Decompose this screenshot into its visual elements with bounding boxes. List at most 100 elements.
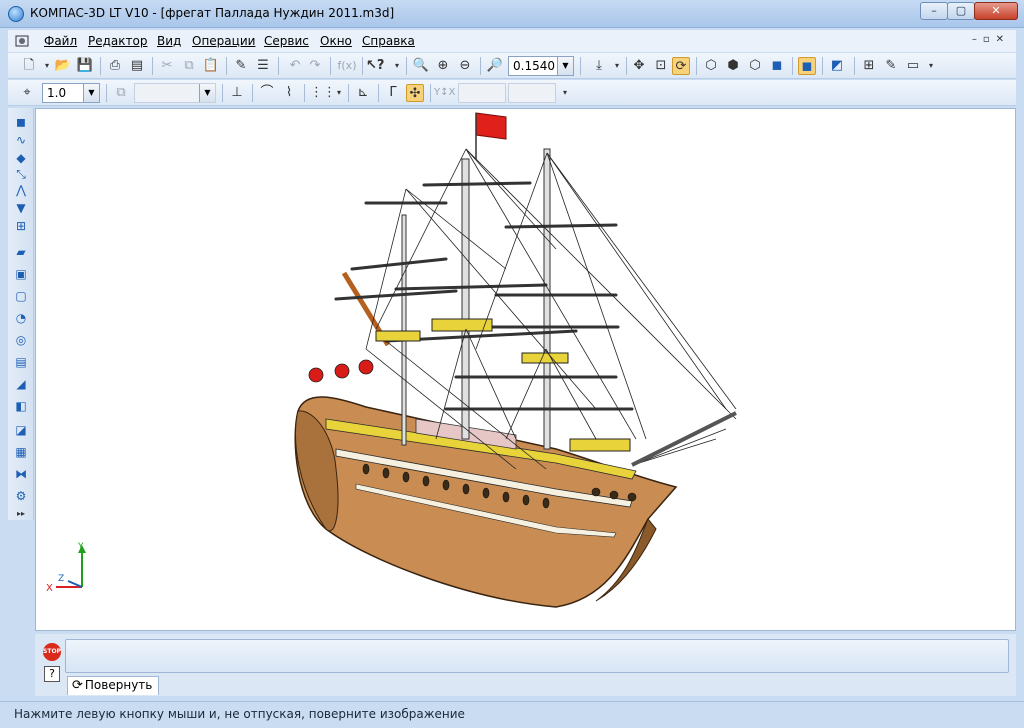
help-pointer-icon[interactable]: ↖? — [366, 57, 384, 75]
array-icon[interactable]: ▦ — [12, 444, 30, 460]
app-logo-icon[interactable] — [8, 6, 24, 22]
minimize-button[interactable]: – — [920, 2, 948, 20]
fillet-icon[interactable]: ◧ — [12, 398, 30, 414]
save-icon[interactable]: 💾 — [76, 57, 94, 75]
zoom-frame-icon[interactable]: ⊡ — [652, 57, 670, 75]
rotate-icon[interactable]: ⟳ — [672, 57, 690, 75]
local-cs-icon[interactable]: ⊥ — [228, 84, 246, 102]
panel-expand-icon[interactable]: ▸▸ — [12, 506, 30, 522]
orientation-icon[interactable]: ⤓ — [590, 57, 608, 75]
coordinates-icon: Y↕X — [434, 87, 456, 98]
menu-window[interactable]: Окно — [320, 34, 352, 48]
panel-icon[interactable]: ▭ — [904, 57, 922, 75]
hole-icon[interactable]: ◎ — [12, 332, 30, 348]
model-viewport[interactable]: Y X Z — [35, 108, 1016, 631]
edit-details-icon[interactable]: ◼ — [12, 114, 30, 130]
document-properties-icon[interactable]: ▤ — [128, 57, 146, 75]
menu-edit[interactable]: Редактор — [88, 34, 147, 48]
paste-icon[interactable]: 📋 — [202, 57, 220, 75]
window-controls: – ▢ ✕ — [920, 2, 1018, 20]
menu-help[interactable]: Справка — [362, 34, 415, 48]
coord-x-field — [458, 83, 506, 103]
property-panel: STOP ? ⟳ Повернуть — [35, 634, 1016, 696]
coord-y-field — [508, 83, 556, 103]
mdi-window-controls[interactable]: –▫✕ — [972, 34, 1010, 45]
step-cursor-icon[interactable]: ⌖ — [18, 84, 36, 102]
toolbar-more-icon-2[interactable]: ▾ — [922, 57, 940, 75]
axis-triad: Y X Z — [46, 542, 86, 594]
hidden-lines-view-icon[interactable]: ⬢ — [724, 57, 742, 75]
tab-rotate[interactable]: ⟳ Повернуть — [67, 676, 160, 695]
help-icon[interactable]: ? — [44, 666, 60, 682]
rib-icon[interactable]: ▤ — [12, 354, 30, 370]
menu-file[interactable]: Файл — [44, 34, 77, 48]
measure-icon[interactable]: ⋀ — [12, 182, 30, 198]
flag — [475, 112, 507, 140]
extrude-icon[interactable]: ▰ — [12, 244, 30, 260]
zoom-in-icon[interactable]: ⊕ — [434, 57, 452, 75]
grid-dropdown-icon[interactable]: ▾ — [330, 84, 348, 102]
specification-icon[interactable]: ⊞ — [12, 218, 30, 234]
zoom-scale-icon[interactable]: 🔎 — [486, 57, 504, 75]
print-preview-icon[interactable]: ⎙ — [106, 57, 124, 75]
round-icon[interactable]: Γ — [384, 84, 402, 102]
menu-service[interactable]: Сервис — [264, 34, 309, 48]
open-icon[interactable]: 📂 — [54, 57, 72, 75]
zoom-out-icon[interactable]: ⊖ — [456, 57, 474, 75]
shell-icon[interactable]: ▢ — [12, 288, 30, 304]
perspective-icon[interactable]: ◩ — [828, 57, 846, 75]
section-icon[interactable]: ◪ — [12, 422, 30, 438]
list-icon[interactable]: ☰ — [254, 57, 272, 75]
shaded-view-icon[interactable]: ◼ — [768, 57, 786, 75]
rotate-tab-icon: ⟳ — [72, 678, 83, 693]
grid-icon[interactable]: ⋮⋮ — [310, 84, 336, 102]
function-icon[interactable]: f(x) — [336, 57, 358, 75]
cut-extrude-icon[interactable]: ▣ — [12, 266, 30, 282]
new-document-icon[interactable]: 🗋 — [20, 57, 38, 75]
step-combo[interactable]: 1.0 ▼ — [42, 83, 100, 103]
ship-model[interactable] — [36, 109, 1017, 632]
mirror-icon[interactable]: ⧓ — [12, 466, 30, 482]
menu-view[interactable]: Вид — [157, 34, 181, 48]
brush-format-icon[interactable]: ✎ — [232, 57, 250, 75]
chamfer-icon[interactable]: ◢ — [12, 376, 30, 392]
cut-icon[interactable]: ✂ — [158, 57, 176, 75]
surfaces-icon[interactable]: ◆ — [12, 150, 30, 166]
edit-component-icon[interactable]: ✎ — [882, 57, 900, 75]
compact-panel: ◼ ∿ ◆ ⤡ ⋀ ▼ ⊞ ▰ ▣ ▢ ◔ ◎ ▤ ◢ ◧ ◪ ▦ ⧓ ⚙ ▸▸ — [8, 108, 34, 520]
model-tree-icon[interactable]: ⊞ — [860, 57, 878, 75]
pan-icon[interactable]: ✥ — [630, 57, 648, 75]
menu-operations[interactable]: Операции — [192, 34, 255, 48]
filter-icon[interactable]: ▼ — [12, 200, 30, 216]
spatial-curves-icon[interactable]: ∿ — [12, 132, 30, 148]
maximize-button[interactable]: ▢ — [947, 2, 975, 20]
revolve-icon[interactable]: ◔ — [12, 310, 30, 326]
snap-settings-icon[interactable]: ⌇ — [280, 84, 298, 102]
wireframe-view-icon[interactable]: ⬡ — [702, 57, 720, 75]
orthogonal-icon[interactable]: ⊾ — [354, 84, 372, 102]
dynamic-search-icon[interactable]: ✣ — [406, 84, 424, 102]
snap-icon[interactable]: ⌒ — [258, 84, 276, 102]
shaded-edges-view-icon[interactable]: ◼ — [798, 57, 816, 75]
zoom-dropdown-icon[interactable]: ▼ — [557, 57, 573, 75]
command-field — [65, 639, 1009, 673]
toolbar-more-icon-3[interactable]: ▾ — [556, 84, 574, 102]
toolbar-more-icon[interactable]: ▾ — [388, 57, 406, 75]
zoom-icon[interactable]: 🔍 — [412, 57, 430, 75]
thin-lines-view-icon[interactable]: ⬡ — [746, 57, 764, 75]
zoom-combo[interactable]: 0.1540 ▼ — [508, 56, 574, 76]
undo-icon[interactable]: ↶ — [286, 57, 304, 75]
yards — [334, 181, 634, 411]
aux-geometry-icon[interactable]: ⤡ — [12, 166, 30, 182]
close-button[interactable]: ✕ — [974, 2, 1018, 20]
document-menu-icon[interactable] — [14, 33, 30, 49]
axis-y-label: Y — [77, 542, 84, 552]
zoom-value: 0.1540 — [513, 59, 555, 73]
redo-icon[interactable]: ↷ — [306, 57, 324, 75]
orientation-dropdown-icon[interactable]: ▾ — [608, 57, 626, 75]
stop-icon[interactable]: STOP — [43, 643, 61, 661]
layer-combo: ▼ — [134, 83, 216, 103]
copy-icon[interactable]: ⧉ — [180, 57, 198, 75]
step-dropdown-icon[interactable]: ▼ — [83, 84, 99, 102]
properties-icon[interactable]: ⚙ — [12, 488, 30, 504]
